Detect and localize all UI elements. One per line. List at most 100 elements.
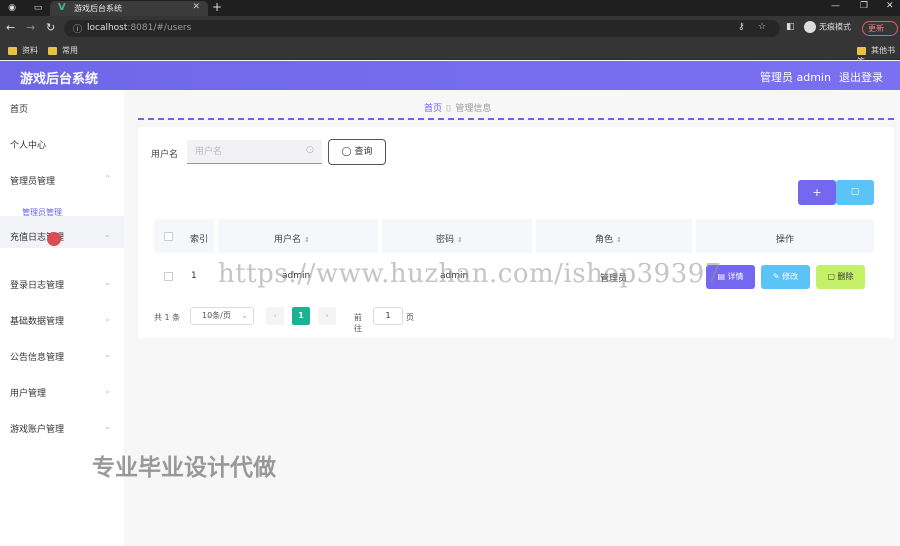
update-button[interactable]: 更新	[862, 21, 898, 36]
pencil-icon: ✎	[772, 272, 783, 281]
close-icon[interactable]: ✕	[192, 2, 200, 12]
cell-index: 1	[191, 271, 197, 281]
minimize-icon[interactable]: —	[831, 1, 840, 11]
chevron-down-icon: ⌄	[104, 422, 111, 431]
forward-icon[interactable]: →	[26, 21, 35, 34]
url-field[interactable]: ⓘ localhost:8081/#/users ⚷ ☆	[64, 20, 780, 37]
back-icon[interactable]: ←	[6, 21, 15, 34]
tab-title: 游戏后台系统	[74, 4, 122, 13]
trash-icon: ▢	[827, 272, 838, 281]
sidebar-item-admin-management[interactable]: 管理员管理	[10, 174, 55, 187]
app-header: 游戏后台系统 管理员 admin 退出登录	[0, 61, 900, 90]
maximize-icon[interactable]: ❐	[860, 1, 868, 11]
cell-password: admin	[440, 271, 469, 281]
folder-icon	[48, 46, 57, 55]
page-number-current[interactable]: 1	[292, 307, 310, 325]
breadcrumb-home[interactable]: 首页	[424, 104, 442, 114]
column-header-username[interactable]: 用户名 ⇕	[274, 232, 310, 245]
sidebar-item-basic-data[interactable]: 基础数据管理	[10, 314, 64, 327]
logout-link[interactable]: 退出登录	[839, 69, 883, 85]
sidebar-item-users[interactable]: 用户管理	[10, 386, 46, 399]
window-close-icon[interactable]: ✕	[886, 1, 894, 11]
vue-logo-icon: V	[58, 2, 66, 13]
star-icon[interactable]: ☆	[758, 22, 766, 32]
bookmarks-bar: 资料 常用 其他书签	[0, 41, 900, 66]
sort-icon: ⇕	[457, 236, 463, 244]
sidebar-item-home[interactable]: 首页	[10, 102, 28, 115]
sort-icon: ⇕	[304, 236, 310, 244]
cell-role: 管理员	[600, 274, 628, 284]
chevron-down-icon: ⌄	[104, 230, 111, 239]
column-header-role[interactable]: 角色 ⇕	[595, 232, 622, 245]
document-icon: ▤	[717, 272, 728, 281]
site-info-icon[interactable]: ⓘ	[73, 22, 82, 35]
total-count: 共 1 条	[154, 313, 181, 322]
url-text: localhost:8081/#/users	[87, 23, 192, 33]
sidebar-item-announcements[interactable]: 公告信息管理	[10, 350, 64, 363]
admin-label: 管理员 admin	[760, 71, 831, 84]
reload-icon[interactable]: ↻	[46, 21, 55, 34]
search-input[interactable]	[187, 140, 322, 164]
search-icon: ○	[306, 145, 314, 155]
delete-button[interactable]: ▢ 删除	[816, 265, 865, 289]
sidebar-subitem-admin-management[interactable]: 管理员管理	[22, 207, 62, 218]
browser-tab[interactable]: V 游戏后台系统 ✕	[50, 1, 208, 16]
cell-username: admin	[282, 271, 311, 281]
folder-icon	[8, 46, 17, 55]
incognito-indicator[interactable]: 无痕模式	[804, 21, 851, 33]
row-checkbox[interactable]	[164, 272, 173, 281]
divider	[138, 118, 894, 120]
bookmark-folder[interactable]: 常用	[48, 45, 78, 56]
chevron-down-icon: ⌄	[241, 311, 248, 320]
sidebar-item-game-accounts[interactable]: 游戏账户管理	[10, 422, 64, 435]
breadcrumb-current: 管理信息	[455, 104, 492, 114]
sidepanel-icon[interactable]: ◧	[786, 22, 795, 32]
detail-button[interactable]: ▤ 详情	[706, 265, 755, 289]
trash-icon: ▢	[850, 187, 860, 197]
address-bar: ← → ↻ ⓘ localhost:8081/#/users ⚷ ☆ ◧ 无痕模…	[0, 16, 900, 41]
goto-suffix: 页	[406, 313, 414, 322]
column-header-index: 索引	[190, 235, 209, 245]
chevron-down-icon: ⌄	[104, 350, 111, 359]
chevron-up-icon: ⌃	[104, 174, 111, 183]
select-all-checkbox[interactable]	[164, 232, 173, 241]
chevron-down-icon: ⌄	[104, 386, 111, 395]
browser-tab-bar: ◉ ▭ V 游戏后台系统 ✕ + — ❐ ✕	[0, 0, 900, 16]
table-row: 1 admin admin 管理员 ▤ 详情 ✎ 修改 ▢ 删除	[154, 259, 874, 293]
next-page-button[interactable]: ›	[318, 307, 336, 325]
goto-page-input[interactable]: 1	[373, 307, 403, 325]
globe-icon[interactable]: ◉	[6, 2, 18, 14]
add-button[interactable]: +	[798, 180, 836, 205]
prev-page-button[interactable]: ‹	[266, 307, 284, 325]
content-panel: 用户名 ○ ◯ 查询 + ▢ 索引 用户名⇕ 密码⇕ 角色⇕ 操作 1 admi…	[138, 127, 894, 338]
page-size-select[interactable]: 10条/页 ⌄	[190, 307, 254, 325]
table-header: 索引 用户名 ⇕ 密码 ⇕ 角色 ⇕ 操作	[154, 219, 874, 253]
search-icon: ◯	[341, 147, 355, 157]
mouse-cursor-indicator	[47, 232, 61, 246]
sidebar-item-login-log[interactable]: 登录日志管理	[10, 278, 64, 291]
plus-icon: +	[812, 186, 822, 199]
new-tab-icon[interactable]: +	[212, 0, 222, 14]
folder-icon	[857, 46, 866, 55]
sort-icon: ⇕	[616, 236, 622, 244]
chevron-left-icon: ‹	[273, 311, 277, 320]
bookmark-folder[interactable]: 资料	[8, 45, 38, 56]
chevron-down-icon: ⌄	[104, 278, 111, 287]
column-header-actions: 操作	[776, 235, 795, 245]
column-header-password[interactable]: 密码 ⇕	[436, 232, 463, 245]
goto-label: 前往	[354, 313, 362, 333]
breadcrumb: 首页 ⌷ 管理信息	[424, 101, 491, 114]
tab-overview-icon[interactable]: ▭	[32, 2, 44, 14]
batch-delete-button[interactable]: ▢	[836, 180, 874, 205]
breadcrumb-separator-icon: ⌷	[446, 104, 452, 114]
key-icon[interactable]: ⚷	[738, 22, 745, 32]
edit-button[interactable]: ✎ 修改	[761, 265, 810, 289]
query-button[interactable]: ◯ 查询	[328, 139, 386, 165]
search-label: 用户名	[151, 150, 179, 160]
chevron-down-icon: ⌄	[104, 314, 111, 323]
app-title: 游戏后台系统	[20, 72, 99, 87]
sidebar-item-profile[interactable]: 个人中心	[10, 138, 46, 151]
chevron-right-icon: ›	[325, 311, 329, 320]
incognito-icon	[804, 21, 816, 33]
sidebar: 首页 个人中心 管理员管理 ⌃ 管理员管理 充值日志管理 ⌄ 登录日志管理 ⌄ …	[0, 90, 124, 546]
